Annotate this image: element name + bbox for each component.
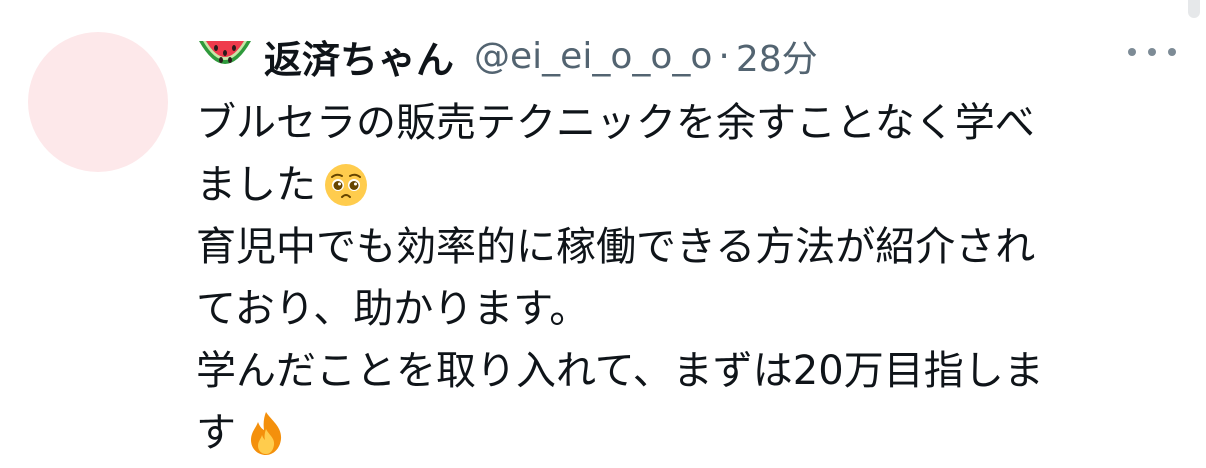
- tweet-text: ブルセラの販売テクニックを余すことなく学べ ました 育児中でも効率的に稼働できる…: [196, 92, 1156, 464]
- fire-icon: [251, 412, 282, 455]
- separator-dot: ·: [718, 35, 730, 77]
- tweet-header: 返済ちゃん @ei_ei_o_o_o · 28分: [196, 24, 818, 88]
- more-horizontal-icon[interactable]: [1128, 42, 1176, 62]
- watermelon-icon: [199, 41, 251, 64]
- tweet-line: ました: [196, 154, 1156, 216]
- avatar[interactable]: [28, 32, 168, 172]
- timestamp[interactable]: 28分: [736, 30, 818, 82]
- scrollbar-thumb[interactable]: [1188, 0, 1200, 18]
- tweet-line: 育児中でも効率的に稼働できる方法が紹介され: [196, 224, 1036, 270]
- tweet-line: す: [196, 402, 1156, 464]
- user-handle[interactable]: @ei_ei_o_o_o: [474, 36, 712, 77]
- pleading-face-icon: [325, 164, 367, 206]
- tweet-line: ブルセラの販売テクニックを余すことなく学べ: [196, 100, 1035, 146]
- display-name[interactable]: 返済ちゃん: [264, 29, 454, 84]
- tweet-line: 学んだことを取り入れて、まずは20万目指しま: [196, 348, 1044, 394]
- tweet-line: ており、助かります。: [196, 286, 590, 332]
